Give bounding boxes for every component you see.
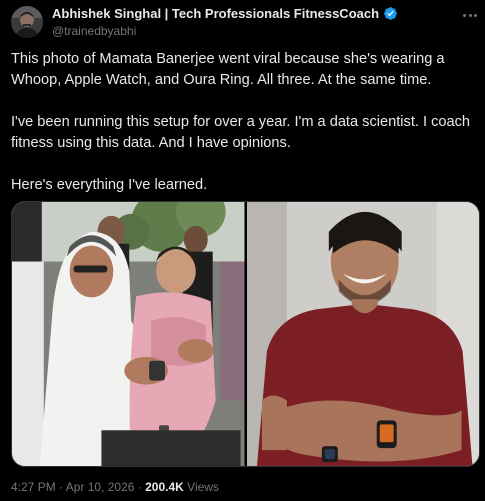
meta-separator: ·	[137, 480, 142, 494]
author-avatar[interactable]	[11, 6, 43, 38]
meta-separator: ·	[59, 480, 64, 494]
author-display-name[interactable]: Abhishek Singhal | Tech Professionals Fi…	[52, 6, 379, 21]
post-time[interactable]: 4:27 PM	[11, 480, 56, 494]
post-meta: 4:27 PM · Apr 10, 2026 · 200.4K Views	[11, 480, 219, 494]
post-paragraph: Here's everything I've learned.	[11, 177, 208, 193]
views-label: Views	[187, 480, 219, 494]
author-handle[interactable]: @trainedbyabhi	[52, 24, 136, 38]
more-horizontal-icon[interactable]	[463, 9, 477, 21]
post-text: This photo of Mamata Banerjee went viral…	[11, 49, 477, 196]
post-date[interactable]: Apr 10, 2026	[66, 480, 135, 494]
post-paragraph: I've been running this setup for over a …	[11, 114, 471, 151]
more-dot	[474, 13, 477, 17]
author-name-row: Abhishek Singhal | Tech Professionals Fi…	[52, 6, 398, 21]
more-dot	[468, 13, 472, 17]
views-count: 200.4K	[145, 480, 184, 494]
photo-man-smiling-arms-crossed[interactable]	[246, 202, 479, 466]
more-dot	[463, 13, 466, 17]
post: Abhishek Singhal | Tech Professionals Fi…	[0, 0, 485, 501]
verified-badge-icon	[384, 7, 397, 20]
photo-woman-holding-child[interactable]	[12, 202, 245, 466]
post-paragraph: This photo of Mamata Banerjee went viral…	[11, 51, 445, 88]
media-grid	[11, 201, 480, 467]
